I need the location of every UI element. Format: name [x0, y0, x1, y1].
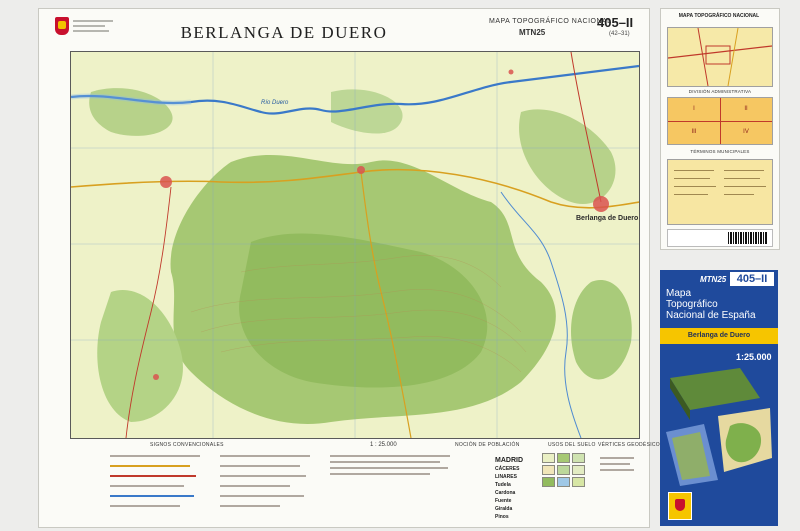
map-canvas [71, 52, 639, 438]
population-sizes: MADRID CÁCERES LINARES Tudela Cardona Fu… [495, 457, 523, 521]
land-use-swatch [542, 477, 555, 487]
index-map[interactable] [667, 27, 773, 87]
population-size: LINARES [495, 474, 517, 480]
sheet-subnumber: (42–31) [609, 31, 630, 37]
land-use-swatch [557, 453, 570, 463]
series-name: MAPA TOPOGRÁFICO NACIONAL [489, 18, 612, 25]
barcode-box [667, 229, 773, 247]
population-title: NOCIÓN DE POBLACIÓN [455, 442, 520, 448]
cover-title-line: Topográfico [666, 299, 718, 310]
population-size: MADRID [495, 457, 523, 464]
sheet-number: 405–II [597, 15, 634, 30]
legend-area: SIGNOS CONVENCIONALES 1 : 25.000 NOCIÓN … [70, 441, 663, 521]
land-use-swatch [557, 465, 570, 475]
municipal-list [667, 159, 773, 225]
cover-sheet-name: Berlanga de Duero [660, 328, 778, 344]
town-label: Berlanga de Duero [576, 215, 639, 222]
cover-title-line: Mapa [666, 288, 692, 299]
population-size: Tudela [495, 482, 511, 488]
population-size: Giralda [495, 506, 513, 512]
conventional-signs: SIGNOS CONVENCIONALES [110, 441, 330, 521]
map-sheet: BERLANGA DE DUERO MAPA TOPOGRÁFICO NACIO… [38, 8, 663, 528]
spain-emblem-icon [668, 492, 692, 520]
river-label: Río Duero [261, 100, 289, 106]
municipal-title: TÉRMINOS MUNICIPALES [690, 149, 750, 154]
cover-panel: MTN25 405–II Mapa Topográfico Nacional d… [660, 270, 778, 526]
population-size: Pinos [495, 514, 509, 520]
population-size: CÁCERES [495, 466, 520, 472]
cover-series-code: MTN25 [700, 275, 727, 284]
vertices-title: VÉRTICES GEODÉSICOS [598, 442, 664, 448]
cover-illustration [666, 368, 772, 486]
cover-title-line: Nacional de España [666, 310, 756, 321]
quadrant-label: I [668, 98, 721, 122]
quadrant-label: III [668, 121, 721, 144]
sheet-title: BERLANGA DE DUERO [180, 23, 388, 42]
land-use-title: USOS DEL SUELO [548, 442, 596, 448]
index-title: MAPA TOPOGRÁFICO NACIONAL [678, 13, 760, 19]
land-use-swatch [572, 453, 585, 463]
land-use-swatch [572, 465, 585, 475]
quadrant-label: IV [743, 129, 749, 135]
land-use-swatch [572, 477, 585, 487]
admin-map[interactable]: I II III IV [667, 97, 773, 145]
side-panel: MAPA TOPOGRÁFICO NACIONAL DIVISIÓN ADMIN… [660, 8, 780, 526]
land-use-swatch [557, 477, 570, 487]
cover-title: Mapa Topográfico Nacional de España [666, 288, 756, 321]
series-code: MTN25 [519, 28, 546, 37]
admin-title: DIVISIÓN ADMINISTRATIVA [688, 89, 752, 94]
cover-sheet-number: 405–II [730, 272, 774, 286]
topographic-map[interactable]: Berlanga de Duero Río Duero [70, 51, 640, 439]
population-size: Fuente [495, 498, 512, 504]
scale-notes [325, 441, 465, 521]
land-use-swatch [542, 465, 555, 475]
barcode-icon [728, 232, 768, 244]
signs-title: SIGNOS CONVENCIONALES [150, 442, 224, 448]
land-use-swatch [542, 453, 555, 463]
quadrant-label: II [720, 98, 772, 122]
index-panel: MAPA TOPOGRÁFICO NACIONAL DIVISIÓN ADMIN… [660, 8, 780, 250]
cover-scale: 1:25.000 [736, 352, 772, 362]
population-size: Cardona [495, 490, 516, 496]
